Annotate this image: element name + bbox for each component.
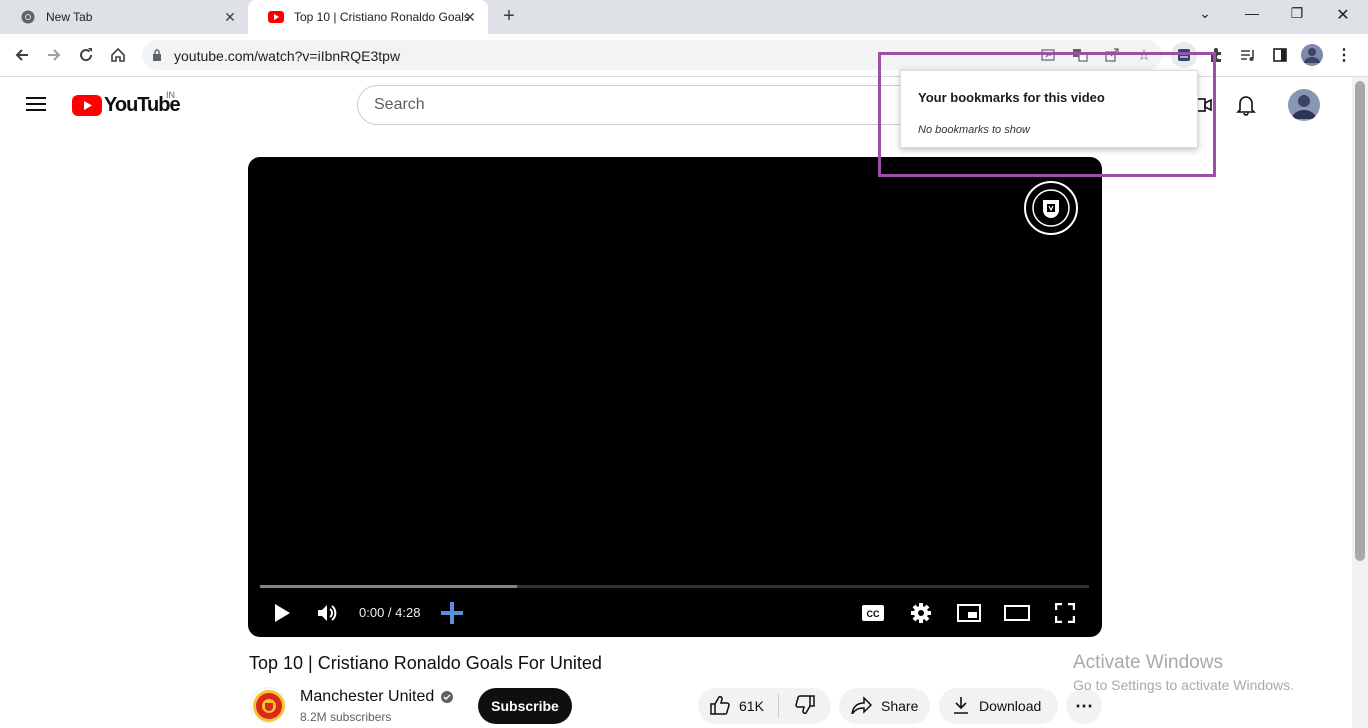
profile-avatar[interactable] [1299, 42, 1325, 68]
share-arrow-icon [851, 695, 873, 717]
hamburger-menu-icon[interactable] [26, 96, 46, 112]
settings-gear-icon[interactable] [905, 597, 937, 629]
add-bookmark-icon[interactable] [436, 597, 468, 629]
share-label: Share [881, 698, 919, 714]
dislike-icon[interactable] [795, 694, 815, 718]
channel-avatar[interactable] [250, 687, 286, 723]
annotation-highlight-box [878, 52, 1216, 177]
new-tab-button[interactable]: + [498, 5, 520, 27]
home-icon[interactable] [105, 42, 131, 68]
download-label: Download [979, 698, 1042, 714]
time-display: 0:00 / 4:28 [359, 605, 421, 620]
search-box [357, 85, 917, 125]
activate-windows-subtitle: Go to Settings to activate Windows. [1073, 677, 1294, 693]
side-panel-icon[interactable] [1267, 42, 1293, 68]
close-tab-icon[interactable]: ✕ [222, 9, 238, 25]
reload-icon[interactable] [73, 42, 99, 68]
close-window-icon[interactable]: ✕ [1331, 5, 1355, 25]
account-avatar[interactable] [1288, 89, 1320, 121]
search-input[interactable] [358, 86, 916, 124]
youtube-logo[interactable]: YouTube [72, 94, 181, 117]
page-scrollbar[interactable] [1352, 77, 1368, 728]
country-code: IN [166, 90, 175, 100]
tab-new-tab[interactable]: New Tab ✕ [0, 0, 248, 34]
close-tab-icon[interactable]: ✕ [462, 9, 478, 25]
manchester-united-watermark [1023, 180, 1079, 236]
subscriber-count: 8.2M subscribers [300, 710, 392, 724]
tab-search-icon[interactable]: ⌄ [1193, 5, 1217, 25]
download-button[interactable]: Download [939, 688, 1058, 724]
video-player[interactable]: 0:00 / 4:28 CC [248, 157, 1102, 637]
theater-mode-icon[interactable] [1001, 597, 1033, 629]
captions-icon[interactable]: CC [857, 597, 889, 629]
media-queue-icon[interactable] [1235, 42, 1261, 68]
browser-menu-icon[interactable]: ⋮ [1331, 42, 1357, 68]
svg-text:CC: CC [867, 609, 880, 619]
verified-badge-icon [440, 690, 454, 709]
tab-label: New Tab [46, 10, 93, 24]
download-icon [953, 696, 969, 717]
scrollbar-thumb[interactable] [1355, 81, 1365, 561]
youtube-logo-icon [72, 95, 102, 116]
tab-youtube[interactable]: Top 10 | Cristiano Ronaldo Goals ✕ [248, 0, 488, 34]
url-text[interactable]: youtube.com/watch?v=iIbnRQE3tpw [174, 48, 400, 64]
tab-strip: New Tab ✕ Top 10 | Cristiano Ronaldo Goa… [0, 0, 1368, 34]
back-icon[interactable] [9, 42, 35, 68]
lock-icon[interactable] [152, 48, 162, 66]
restore-icon[interactable]: ❐ [1285, 5, 1309, 25]
tab-label: Top 10 | Cristiano Ronaldo Goals [294, 10, 469, 24]
video-title: Top 10 | Cristiano Ronaldo Goals For Uni… [249, 653, 602, 673]
play-icon[interactable] [266, 597, 298, 629]
like-icon[interactable] [710, 695, 730, 718]
youtube-favicon-icon [268, 9, 284, 25]
activate-windows-title: Activate Windows [1073, 652, 1223, 673]
progress-bar[interactable] [260, 585, 1089, 588]
miniplayer-icon[interactable] [953, 597, 985, 629]
minimize-icon[interactable]: — [1240, 5, 1264, 25]
more-actions-icon[interactable]: ⋯ [1066, 688, 1102, 724]
volume-icon[interactable] [312, 597, 344, 629]
like-dislike-group: 61K [698, 688, 831, 724]
forward-icon[interactable] [41, 42, 67, 68]
fullscreen-icon[interactable] [1049, 597, 1081, 629]
channel-name[interactable]: Manchester United [300, 688, 434, 706]
like-count[interactable]: 61K [739, 698, 764, 714]
share-button[interactable]: Share [839, 688, 930, 724]
subscribe-button[interactable]: Subscribe [478, 688, 572, 724]
progress-buffered [260, 585, 517, 588]
notifications-bell-icon[interactable] [1236, 94, 1256, 116]
chrome-icon [20, 9, 36, 25]
